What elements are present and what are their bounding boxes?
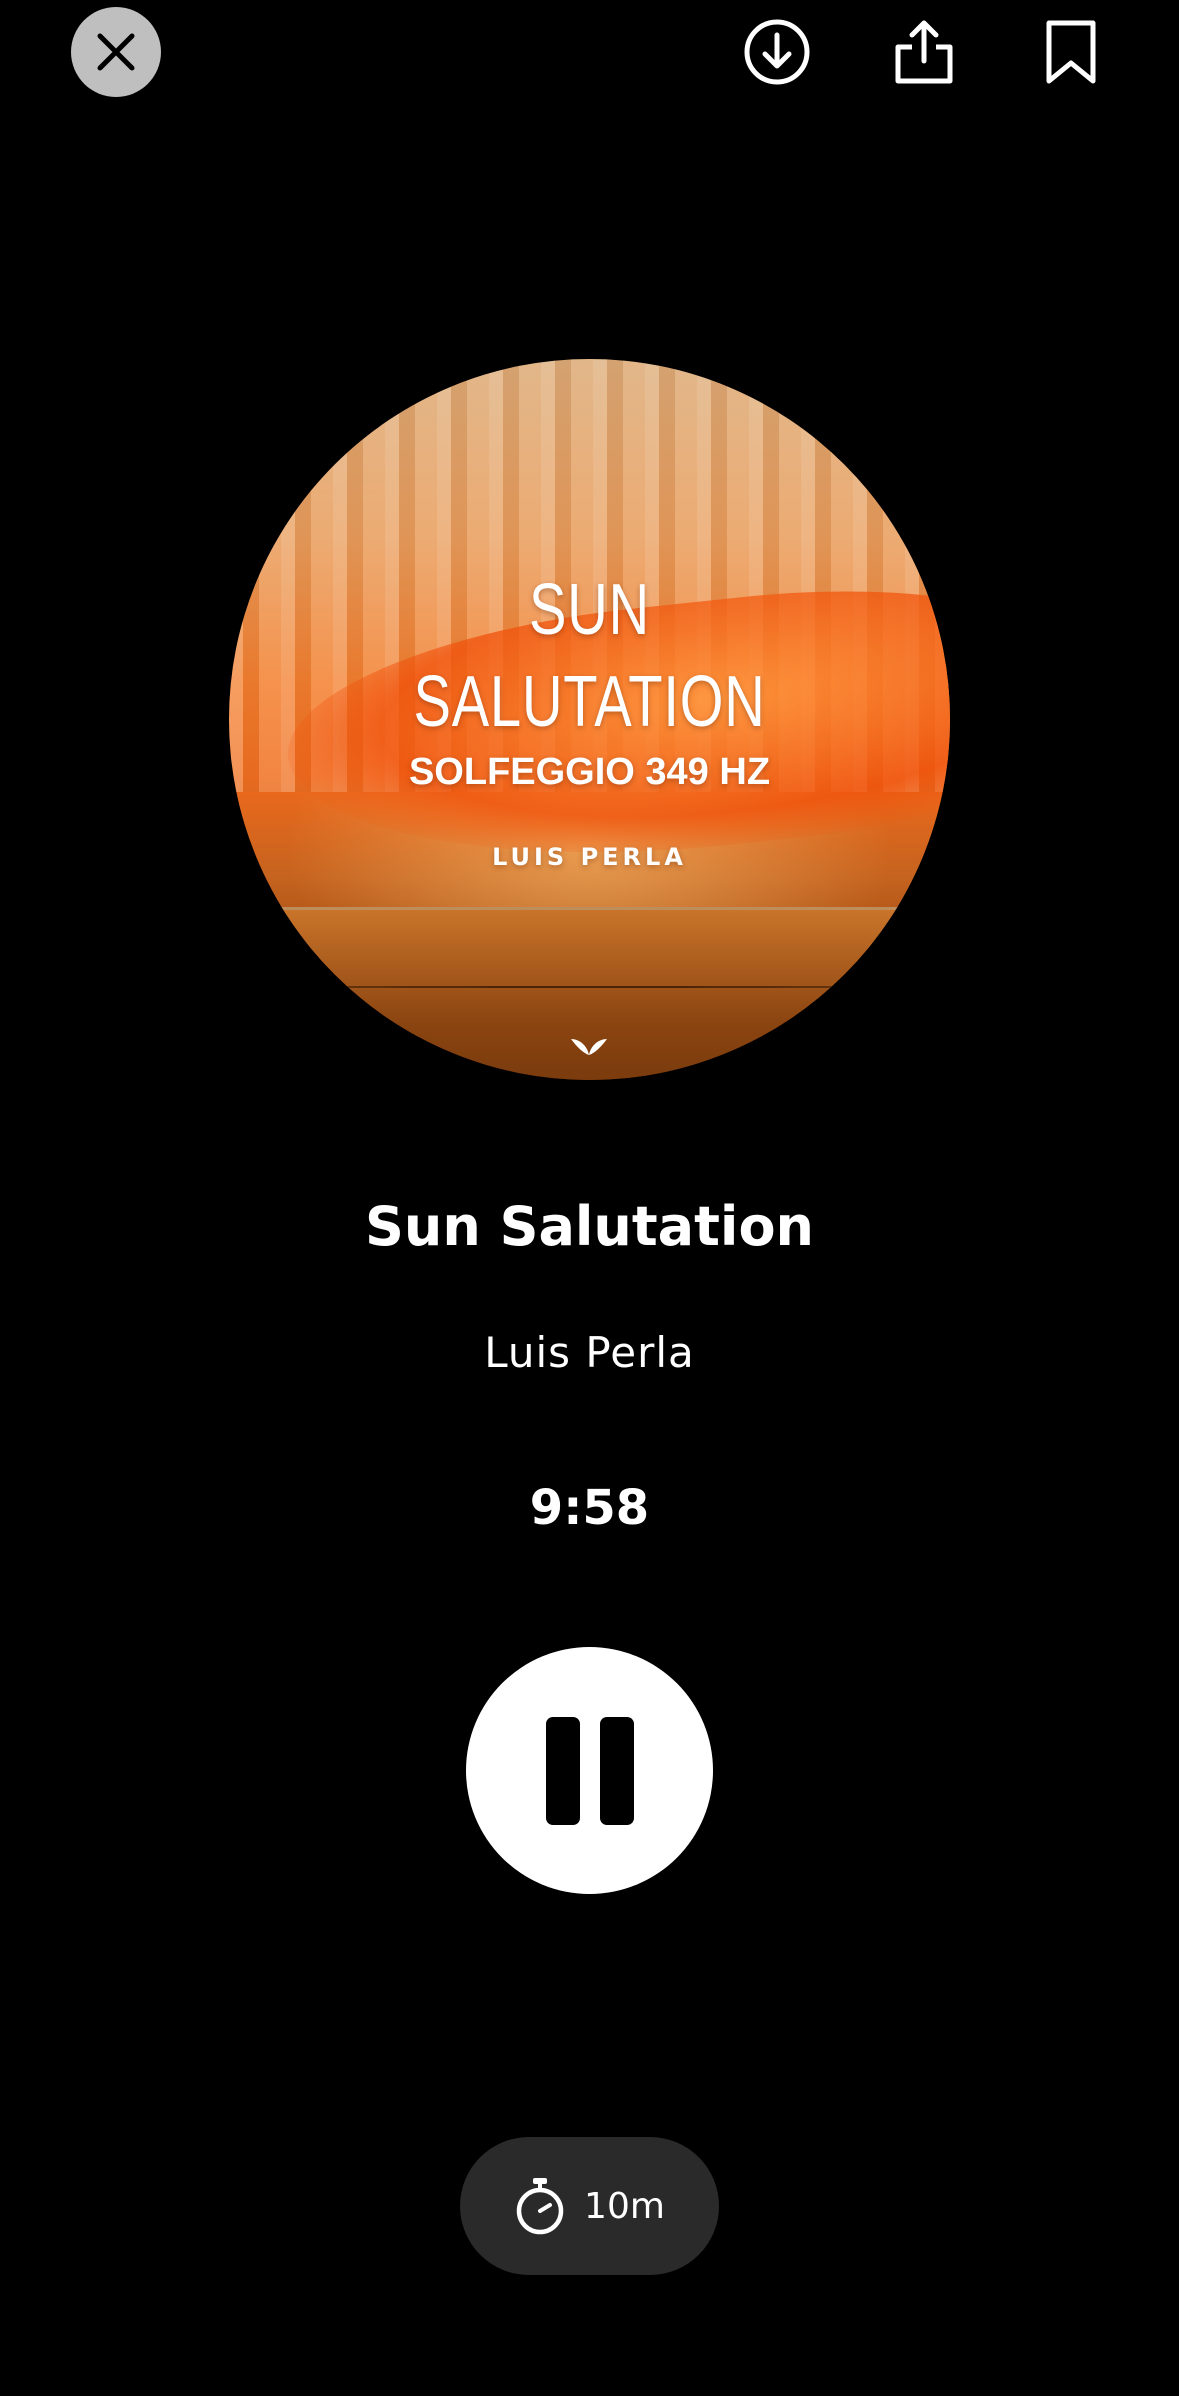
download-icon (744, 19, 810, 85)
close-icon (97, 33, 135, 71)
album-artwork: SUN SALUTATION SOLFEGGIO 349 HZ LUIS PER… (229, 359, 950, 1080)
timer-label: 10m (584, 2185, 665, 2227)
share-icon (895, 20, 953, 84)
pause-button[interactable] (466, 1647, 713, 1894)
stopwatch-icon (516, 2178, 564, 2235)
bookmark-icon (1046, 20, 1096, 84)
pause-icon (545, 1716, 634, 1825)
remaining-time: 9:58 (529, 1480, 650, 1536)
share-button[interactable] (886, 14, 962, 90)
close-button[interactable] (71, 7, 161, 97)
artwork-artist: LUIS PERLA (492, 843, 687, 871)
track-artist: Luis Perla (484, 1328, 695, 1377)
brand-logo-icon (571, 1039, 607, 1055)
bookmark-button[interactable] (1033, 14, 1109, 90)
artwork-subtitle: SOLFEGGIO 349 HZ (408, 751, 771, 793)
track-title: Sun Salutation (365, 1195, 814, 1258)
artwork-title-line2: SALUTATION (413, 662, 766, 742)
download-button[interactable] (739, 14, 815, 90)
artwork-title-line1: SUN (529, 570, 650, 650)
sleep-timer-button[interactable]: 10m (460, 2137, 719, 2275)
artwork-title: SUN SALUTATION (308, 564, 870, 748)
